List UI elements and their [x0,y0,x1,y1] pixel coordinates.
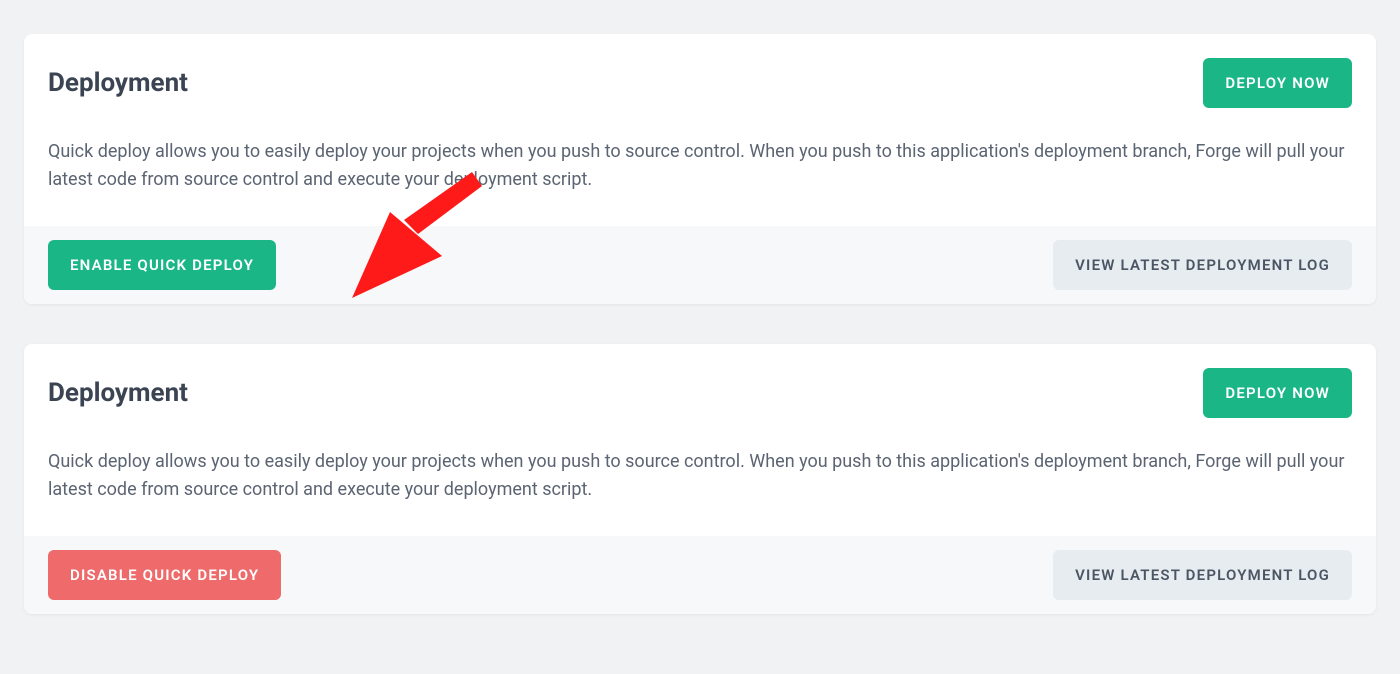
card-description: Quick deploy allows you to easily deploy… [48,448,1352,504]
card-header: Deployment Deploy Now [24,344,1376,418]
card-body: Quick deploy allows you to easily deploy… [24,108,1376,226]
view-deployment-log-button[interactable]: View Latest Deployment Log [1053,550,1352,600]
disable-quick-deploy-button[interactable]: Disable Quick Deploy [48,550,281,600]
deployment-card: Deployment Deploy Now Quick deploy allow… [24,34,1376,304]
card-footer: Enable Quick Deploy View Latest Deployme… [24,226,1376,304]
card-title: Deployment [48,68,188,98]
card-header: Deployment Deploy Now [24,34,1376,108]
deploy-now-button[interactable]: Deploy Now [1203,58,1352,108]
card-body: Quick deploy allows you to easily deploy… [24,418,1376,536]
card-description: Quick deploy allows you to easily deploy… [48,138,1352,194]
view-deployment-log-button[interactable]: View Latest Deployment Log [1053,240,1352,290]
card-title: Deployment [48,378,188,408]
card-footer: Disable Quick Deploy View Latest Deploym… [24,536,1376,614]
deployment-card: Deployment Deploy Now Quick deploy allow… [24,344,1376,614]
enable-quick-deploy-button[interactable]: Enable Quick Deploy [48,240,276,290]
deploy-now-button[interactable]: Deploy Now [1203,368,1352,418]
